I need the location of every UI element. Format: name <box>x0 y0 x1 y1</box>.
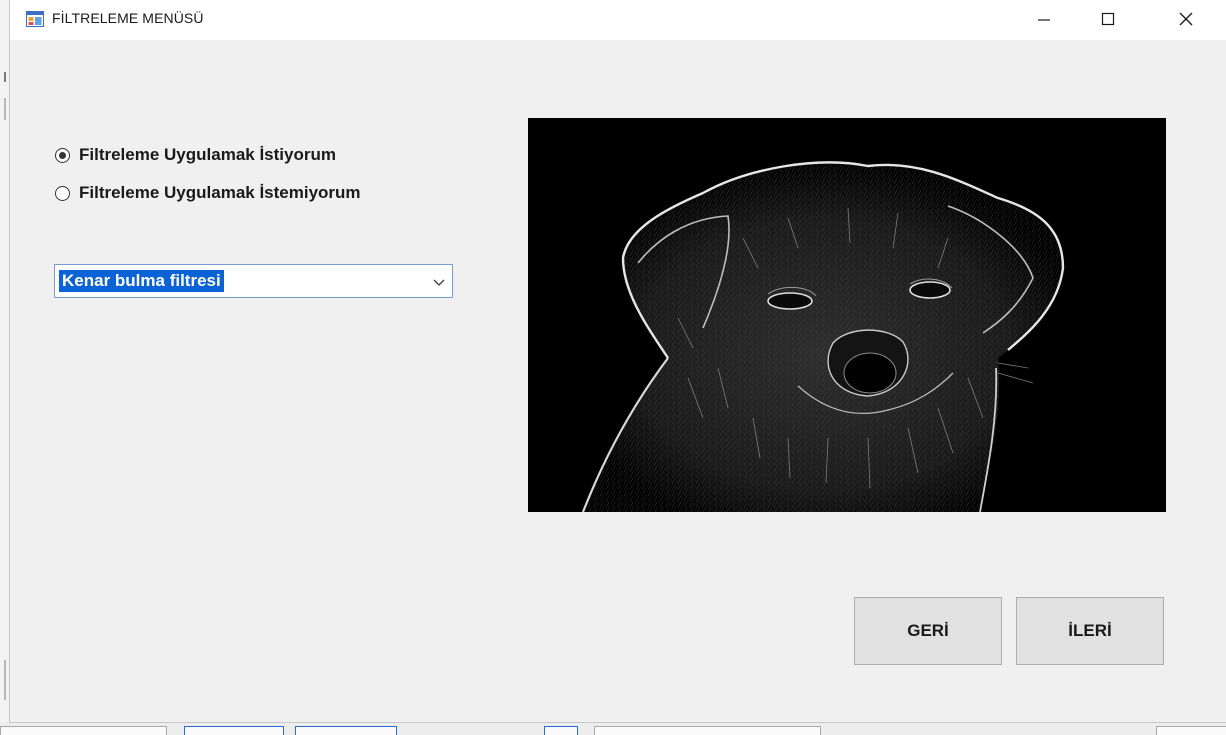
background-control <box>1156 726 1226 735</box>
background-mark <box>4 72 6 82</box>
form-app-icon <box>26 11 44 27</box>
radio-apply-filter-label: Filtreleme Uygulamak İstiyorum <box>79 145 336 164</box>
background-control <box>0 726 167 735</box>
next-button[interactable]: İLERİ <box>1016 597 1164 665</box>
filter-type-dropdown[interactable]: Kenar bulma filtresi <box>54 264 453 298</box>
back-button[interactable]: GERİ <box>854 597 1002 665</box>
maximize-icon <box>1101 12 1115 26</box>
close-button[interactable] <box>1163 0 1209 38</box>
background-control <box>295 726 397 735</box>
radio-apply-filter[interactable]: Filtreleme Uygulamak İstiyorum <box>55 145 336 165</box>
filter-type-selected-value: Kenar bulma filtresi <box>59 270 224 292</box>
background-app-edge <box>0 0 10 735</box>
maximize-button[interactable] <box>1085 0 1131 38</box>
background-app-strip <box>0 722 1226 735</box>
background-control <box>594 726 821 735</box>
minimize-button[interactable] <box>1021 0 1067 38</box>
filtered-image-preview <box>528 118 1166 512</box>
radio-button-unchecked[interactable] <box>55 185 70 201</box>
radio-button-checked[interactable] <box>55 147 70 163</box>
screen: FİLTRELEME MENÜSÜ Filtreleme Uygulamak İ… <box>0 0 1226 735</box>
radio-skip-filter-label: Filtreleme Uygulamak İstemiyorum <box>79 183 361 202</box>
close-icon <box>1179 12 1193 26</box>
minimize-icon <box>1038 19 1050 21</box>
chevron-down-icon[interactable] <box>432 275 446 289</box>
window-title: FİLTRELEME MENÜSÜ <box>52 10 204 26</box>
radio-skip-filter[interactable]: Filtreleme Uygulamak İstemiyorum <box>55 183 361 203</box>
background-control <box>544 726 578 735</box>
edge-filtered-puppy-image <box>528 118 1166 512</box>
background-mark <box>4 660 6 700</box>
background-control <box>184 726 284 735</box>
title-bar[interactable]: FİLTRELEME MENÜSÜ <box>10 0 1226 40</box>
form-client-area: Filtreleme Uygulamak İstiyorum Filtrelem… <box>10 40 1226 722</box>
filter-menu-window: FİLTRELEME MENÜSÜ Filtreleme Uygulamak İ… <box>10 0 1226 722</box>
background-mark <box>4 98 6 120</box>
